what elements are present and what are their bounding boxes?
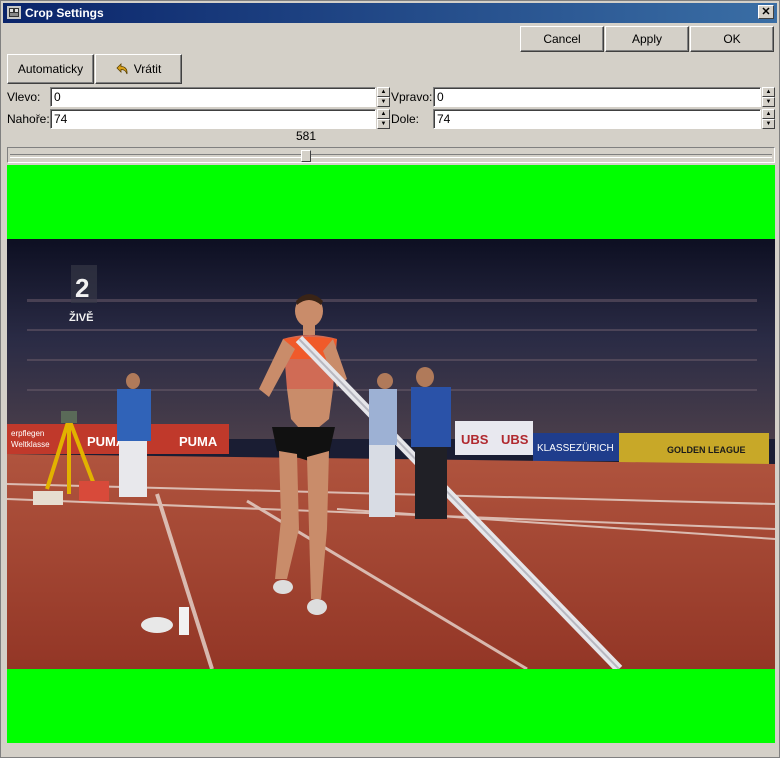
cancel-label: Cancel bbox=[543, 32, 581, 46]
left-input[interactable]: 0 bbox=[50, 87, 376, 107]
official-left bbox=[117, 373, 151, 497]
slider-groove bbox=[10, 154, 772, 158]
bottom-down-arrow-icon[interactable]: ▼ bbox=[762, 119, 775, 129]
left-label: Vlevo: bbox=[7, 90, 41, 104]
title-bar: Crop Settings ✕ bbox=[3, 3, 777, 23]
revert-label: Vrátit bbox=[133, 62, 162, 76]
auto-label: Automaticky bbox=[17, 62, 84, 76]
app-icon bbox=[7, 6, 21, 19]
right-label: Vpravo: bbox=[391, 90, 433, 104]
banner-text-7: GOLDEN LEAGUE bbox=[667, 445, 746, 455]
banner-text-5: UBS bbox=[501, 432, 529, 447]
top-spinbox[interactable]: 74 ▲ ▼ bbox=[50, 109, 390, 129]
channel-logo: 2 ŽIVĚ bbox=[69, 265, 97, 324]
official-center bbox=[369, 373, 397, 517]
top-label: Nahoře: bbox=[7, 112, 50, 126]
left-up-arrow-icon[interactable]: ▲ bbox=[377, 87, 390, 97]
bottom-spinbox[interactable]: 74 ▲ ▼ bbox=[433, 109, 775, 129]
crop-preview: erpflegen Weltklasse PUMA PUMA UBS UBS K… bbox=[7, 165, 775, 743]
video-frame-image: erpflegen Weltklasse PUMA PUMA UBS UBS K… bbox=[7, 239, 775, 669]
left-down-arrow-icon[interactable]: ▼ bbox=[377, 97, 390, 107]
banner-text-1: Weltklasse bbox=[11, 440, 50, 449]
crop-settings-window: Crop Settings ✕ Cancel Apply OK Automati… bbox=[0, 0, 780, 758]
ok-label: OK bbox=[723, 32, 741, 46]
slider-thumb[interactable] bbox=[301, 150, 311, 162]
apply-label: Apply bbox=[631, 32, 663, 46]
frame-slider-value: 581 bbox=[295, 129, 317, 143]
channel-name: ŽIVĚ bbox=[69, 311, 93, 324]
revert-button[interactable]: Vrátit bbox=[95, 54, 182, 84]
right-spinbox[interactable]: 0 ▲ ▼ bbox=[433, 87, 775, 107]
right-up-arrow-icon[interactable]: ▲ bbox=[762, 87, 775, 97]
window-title: Crop Settings bbox=[25, 6, 104, 20]
video-frame: erpflegen Weltklasse PUMA PUMA UBS UBS K… bbox=[7, 239, 775, 669]
apply-button[interactable]: Apply bbox=[605, 26, 689, 52]
channel-number: 2 bbox=[75, 273, 89, 303]
top-up-arrow-icon[interactable]: ▲ bbox=[377, 109, 390, 119]
banner-text-0: erpflegen bbox=[11, 429, 44, 438]
official-right bbox=[411, 367, 451, 519]
undo-icon bbox=[116, 63, 128, 75]
right-down-arrow-icon[interactable]: ▼ bbox=[762, 97, 775, 107]
close-icon: ✕ bbox=[761, 6, 771, 18]
frame-slider[interactable] bbox=[7, 147, 775, 163]
bottom-up-arrow-icon[interactable]: ▲ bbox=[762, 109, 775, 119]
auto-button[interactable]: Automaticky bbox=[7, 54, 94, 84]
close-button[interactable]: ✕ bbox=[758, 5, 774, 19]
ok-button[interactable]: OK bbox=[690, 26, 774, 52]
banner-text-6: KLASSEZÜRICH bbox=[537, 442, 614, 454]
top-down-arrow-icon[interactable]: ▼ bbox=[377, 119, 390, 129]
right-input[interactable]: 0 bbox=[433, 87, 761, 107]
bottom-input[interactable]: 74 bbox=[433, 109, 761, 129]
left-spinbox[interactable]: 0 ▲ ▼ bbox=[50, 87, 390, 107]
cancel-button[interactable]: Cancel bbox=[520, 26, 604, 52]
top-input[interactable]: 74 bbox=[50, 109, 376, 129]
bottom-label: Dole: bbox=[391, 112, 420, 126]
banner-text-3: PUMA bbox=[179, 434, 218, 449]
banner-text-4: UBS bbox=[461, 432, 489, 447]
